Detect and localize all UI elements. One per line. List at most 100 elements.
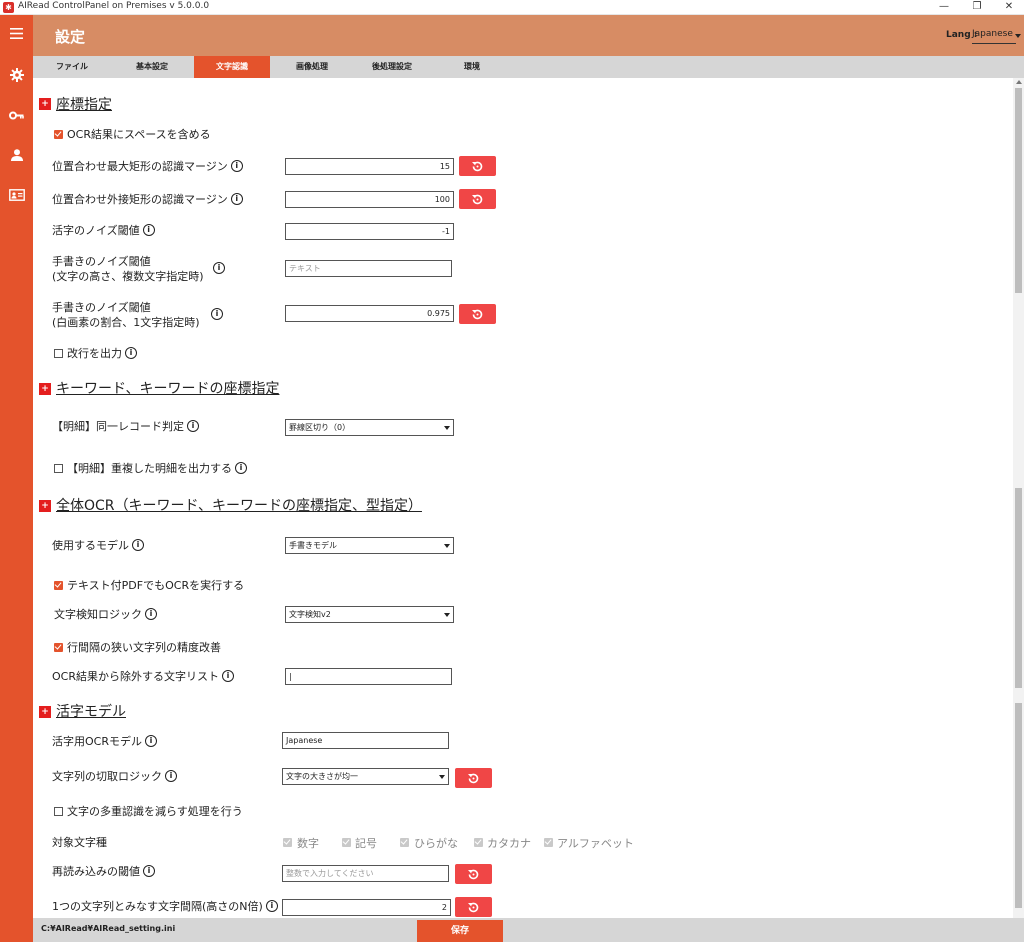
- restore-button[interactable]: ❐: [962, 0, 992, 15]
- settings-tabs: ファイル 基本設定 文字認識 画像処理 後処理設定 環境: [33, 56, 1024, 78]
- scroll-thumb[interactable]: [1015, 703, 1022, 908]
- info-icon[interactable]: i: [211, 308, 223, 320]
- info-icon[interactable]: i: [142, 224, 155, 236]
- outer-rect-margin-label: 位置合わせ外接矩形の認識マージン i: [52, 192, 243, 207]
- scroll-up-icon[interactable]: [1016, 80, 1022, 84]
- user-icon[interactable]: [0, 143, 33, 167]
- char-type-symbol-label: 記号: [355, 837, 377, 850]
- reset-icon: [468, 869, 479, 879]
- app-logo-icon: ✱: [3, 2, 14, 13]
- tab-file[interactable]: ファイル: [34, 56, 110, 78]
- multi-recog-label: 文字の多重認識を減らす処理を行う: [67, 805, 243, 818]
- ocr-space-label: OCR結果にスペースを含める: [67, 128, 211, 141]
- section-expand-icon[interactable]: +: [39, 500, 51, 512]
- tab-character-recognition[interactable]: 文字認識: [194, 56, 270, 78]
- content-scrollbar[interactable]: [1013, 78, 1024, 918]
- hamburger-menu-icon[interactable]: [0, 21, 33, 45]
- section-expand-icon[interactable]: +: [39, 706, 51, 718]
- reread-input[interactable]: 整数で入力してください: [282, 865, 449, 882]
- char-type-digit-checkbox[interactable]: [283, 838, 292, 847]
- tab-environment[interactable]: 環境: [434, 56, 510, 78]
- narrow-line-checkbox[interactable]: [54, 643, 63, 652]
- max-rect-reset-button[interactable]: [459, 156, 496, 176]
- newline-checkbox[interactable]: [54, 349, 63, 358]
- hand-noise-reset-button[interactable]: [459, 304, 496, 324]
- hand-noise-white-label1: 手書きのノイズ閾値: [52, 301, 151, 314]
- char-type-katakana-label: カタカナ: [487, 837, 531, 850]
- title-bar: ✱ AIRead ControlPanel on Premises v 5.0.…: [0, 0, 1024, 15]
- max-rect-margin-input[interactable]: 15: [285, 158, 454, 175]
- char-type-alphabet-checkbox[interactable]: [544, 838, 553, 847]
- model-label: 使用するモデル i: [52, 538, 144, 553]
- page-header: 設定 Lang : Japanese: [33, 15, 1024, 56]
- spacing-reset-button[interactable]: [455, 897, 492, 917]
- tab-image-processing[interactable]: 画像処理: [274, 56, 350, 78]
- char-type-katakana-checkbox[interactable]: [474, 838, 483, 847]
- cut-logic-select[interactable]: 文字の大きさが均一: [282, 768, 449, 785]
- info-icon[interactable]: i: [144, 735, 157, 747]
- hand-noise-height-label1: 手書きのノイズ閾値: [52, 255, 151, 268]
- ocr-space-checkbox[interactable]: [54, 130, 63, 139]
- cut-logic-label: 文字列の切取ロジック i: [52, 769, 177, 784]
- dup-detail-checkbox[interactable]: [54, 464, 63, 473]
- hand-noise-height-input[interactable]: テキスト: [285, 260, 452, 277]
- settings-file-path: C:¥AIRead¥AIRead_setting.ini: [41, 924, 176, 933]
- model-select[interactable]: 手書きモデル: [285, 537, 454, 554]
- info-icon[interactable]: i: [230, 193, 243, 205]
- app-window: ✱ AIRead ControlPanel on Premises v 5.0.…: [0, 0, 1024, 942]
- gear-icon[interactable]: [0, 63, 33, 87]
- info-icon[interactable]: i: [213, 262, 225, 274]
- section-expand-icon[interactable]: +: [39, 383, 51, 395]
- reset-icon: [468, 773, 479, 783]
- info-icon[interactable]: i: [187, 420, 199, 432]
- same-record-select[interactable]: 罫線区切り（0）: [285, 419, 454, 436]
- char-types-label: 対象文字種: [52, 836, 107, 849]
- char-type-symbol-checkbox[interactable]: [342, 838, 351, 847]
- info-icon[interactable]: i: [235, 462, 247, 474]
- reread-reset-button[interactable]: [455, 864, 492, 884]
- print-noise-input[interactable]: -1: [285, 223, 454, 240]
- detect-logic-select[interactable]: 文字検知v2: [285, 606, 454, 623]
- info-icon[interactable]: i: [221, 670, 234, 682]
- chevron-down-icon[interactable]: [1015, 34, 1021, 38]
- info-icon[interactable]: i: [165, 770, 177, 782]
- outer-rect-reset-button[interactable]: [459, 189, 496, 209]
- settings-content: + 座標指定 OCR結果にスペースを含める 位置合わせ最大矩形の認識マージン i …: [33, 78, 1013, 918]
- lang-select[interactable]: Japanese: [972, 27, 1016, 44]
- ocr-model-input[interactable]: Japanese: [282, 732, 449, 749]
- reset-icon: [472, 309, 483, 319]
- info-icon[interactable]: i: [265, 900, 278, 912]
- scroll-thumb[interactable]: [1015, 488, 1022, 688]
- exclude-list-label: OCR結果から除外する文字リスト i: [52, 669, 234, 684]
- multi-recog-checkbox[interactable]: [54, 807, 63, 816]
- info-icon[interactable]: i: [132, 539, 144, 551]
- char-type-digit-label: 数字: [297, 837, 319, 850]
- tab-basic[interactable]: 基本設定: [114, 56, 190, 78]
- outer-rect-margin-input[interactable]: 100: [285, 191, 454, 208]
- save-button[interactable]: 保存: [417, 920, 503, 942]
- section-title-coords: 座標指定: [56, 97, 112, 113]
- section-expand-icon[interactable]: +: [39, 98, 51, 110]
- print-noise-label: 活字のノイズ閾値 i: [52, 223, 155, 238]
- hand-noise-white-input[interactable]: 0.975: [285, 305, 454, 322]
- tab-post-processing[interactable]: 後処理設定: [354, 56, 430, 78]
- minimize-button[interactable]: —: [929, 0, 959, 15]
- scroll-thumb[interactable]: [1015, 88, 1022, 293]
- section-title-full-ocr: 全体OCR（キーワード、キーワードの座標指定、型指定）: [56, 498, 422, 514]
- exclude-list-input[interactable]: |: [285, 668, 452, 685]
- newline-label: 改行を出力 i: [67, 346, 137, 361]
- info-icon[interactable]: i: [145, 608, 157, 620]
- spacing-label: 1つの文字列とみなす文字間隔(高さのN倍) i: [52, 899, 278, 914]
- id-card-icon[interactable]: [0, 183, 33, 207]
- info-icon[interactable]: i: [143, 865, 155, 877]
- reset-icon: [468, 902, 479, 912]
- info-icon[interactable]: i: [125, 347, 137, 359]
- key-icon[interactable]: [0, 103, 33, 127]
- close-button[interactable]: ✕: [994, 0, 1024, 15]
- char-type-hiragana-checkbox[interactable]: [400, 838, 409, 847]
- pdf-ocr-checkbox[interactable]: [54, 581, 63, 590]
- info-icon[interactable]: i: [230, 160, 243, 172]
- cut-logic-reset-button[interactable]: [455, 768, 492, 788]
- spacing-input[interactable]: 2: [282, 899, 451, 916]
- pdf-ocr-label: テキスト付PDFでもOCRを実行する: [67, 579, 245, 592]
